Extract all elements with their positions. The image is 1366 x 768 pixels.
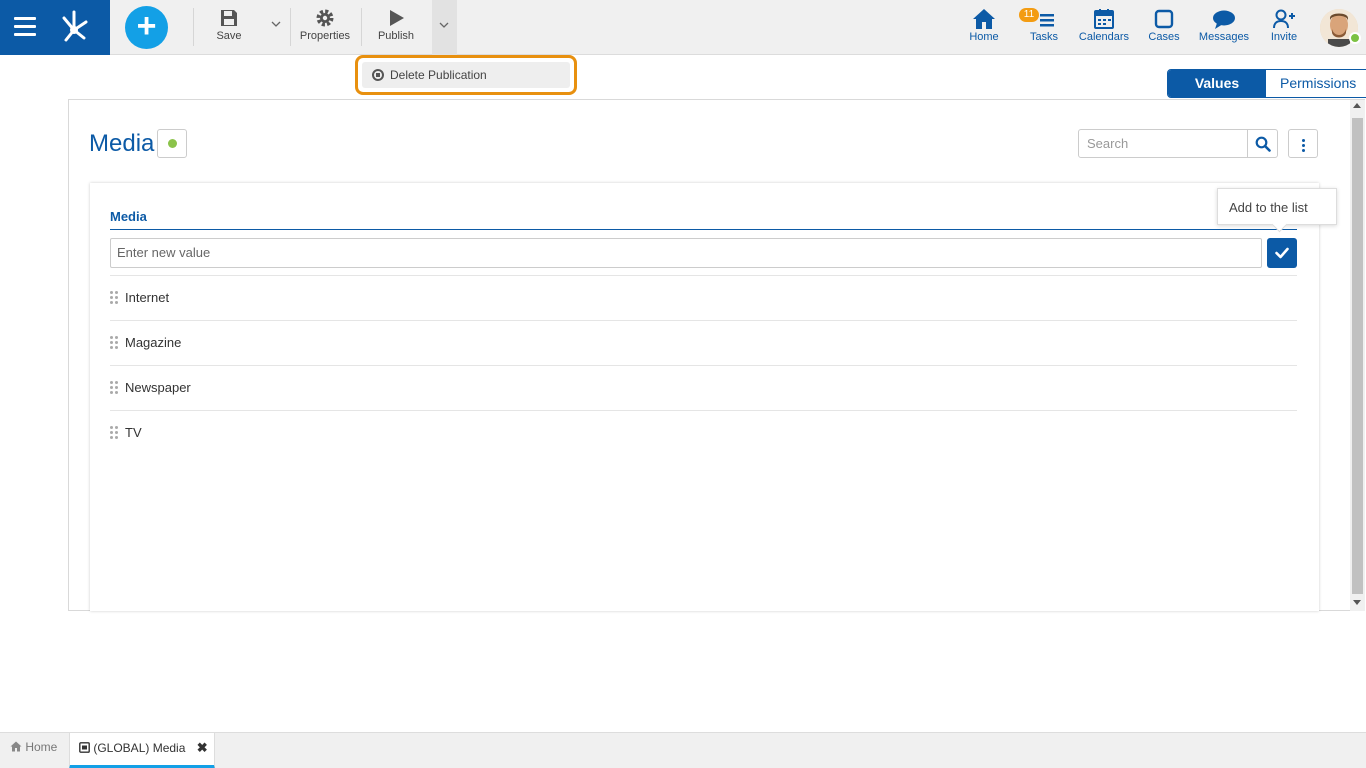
add-new-button[interactable]: + — [125, 6, 168, 49]
play-icon — [374, 0, 418, 30]
list-item[interactable]: Magazine — [110, 320, 1297, 365]
properties-label: Properties — [299, 30, 351, 42]
chevron-down-icon — [439, 22, 449, 28]
nav-messages-label: Messages — [1198, 31, 1250, 43]
nav-cases-label: Cases — [1148, 31, 1180, 43]
view-tabs: Values Permissions — [1167, 69, 1366, 98]
bottom-tab-current-label: (GLOBAL) Media — [93, 741, 186, 755]
nav-home-label: Home — [969, 31, 999, 43]
media-field-label: Media — [110, 209, 147, 224]
drag-handle-icon[interactable] — [110, 426, 120, 440]
add-value-button[interactable] — [1267, 238, 1297, 268]
bottom-tab-bar: Home (GLOBAL) Media ✖ — [0, 732, 1366, 768]
search-input[interactable]: Search — [1078, 129, 1248, 158]
more-options-button[interactable] — [1288, 129, 1318, 158]
hamburger-menu-icon[interactable] — [14, 17, 36, 37]
messages-icon — [1197, 0, 1251, 31]
main-panel: Media Search Media Enter new value Add t… — [68, 99, 1365, 611]
list-item[interactable]: TV — [110, 410, 1297, 455]
nav-cases[interactable]: Cases — [1147, 0, 1181, 55]
list-item[interactable]: Newspaper — [110, 365, 1297, 410]
nav-invite-label: Invite — [1270, 31, 1298, 43]
nav-calendars[interactable]: Calendars — [1077, 0, 1131, 55]
invite-user-icon — [1268, 0, 1300, 31]
home-icon — [966, 0, 1002, 31]
tab-values[interactable]: Values — [1168, 70, 1266, 97]
online-status-dot — [1349, 32, 1361, 44]
drag-handle-icon[interactable] — [110, 291, 120, 305]
tab-permissions[interactable]: Permissions — [1266, 70, 1366, 97]
nav-home[interactable]: Home — [966, 0, 1002, 55]
field-underline — [110, 229, 1297, 230]
publish-label: Publish — [377, 30, 415, 42]
scroll-down-arrow-icon[interactable] — [1353, 600, 1361, 605]
nav-messages[interactable]: Messages — [1197, 0, 1251, 55]
vertical-scrollbar[interactable] — [1350, 100, 1365, 611]
nav-tasks-label: Tasks — [1029, 31, 1059, 43]
delete-publication-item[interactable]: Delete Publication — [362, 62, 570, 88]
save-icon — [208, 0, 250, 30]
bottom-tab-home[interactable]: Home — [0, 733, 70, 768]
new-value-input[interactable]: Enter new value — [110, 238, 1262, 268]
nav-calendars-label: Calendars — [1078, 31, 1130, 43]
list-item-label: Newspaper — [125, 380, 191, 395]
cases-icon — [1147, 0, 1181, 31]
toolbar-divider — [193, 8, 194, 46]
save-options-chevron-icon[interactable] — [271, 17, 281, 31]
search-button[interactable] — [1247, 129, 1278, 158]
publish-button[interactable]: Publish — [374, 0, 418, 55]
nav-invite[interactable]: Invite — [1268, 0, 1300, 55]
list-item-label: Magazine — [125, 335, 182, 350]
delete-publication-label: Delete Publication — [390, 68, 487, 82]
close-tab-icon[interactable]: ✖ — [197, 740, 208, 755]
publish-options-button[interactable] — [432, 0, 457, 55]
tasks-count-badge: 11 — [1019, 8, 1039, 22]
top-toolbar: + Save Properties Publish Home Tasks 11 … — [0, 0, 1366, 55]
vertical-dots-icon — [1289, 130, 1317, 152]
add-to-list-tooltip: Add to the list — [1217, 188, 1337, 225]
drag-handle-icon[interactable] — [110, 381, 120, 395]
gear-icon — [296, 0, 354, 30]
scroll-up-arrow-icon[interactable] — [1353, 103, 1361, 108]
stop-circle-icon — [372, 69, 384, 81]
search-icon — [1255, 136, 1271, 152]
publish-options-menu: Delete Publication — [355, 55, 577, 95]
scroll-thumb[interactable] — [1352, 118, 1363, 594]
app-logo-icon[interactable] — [56, 8, 92, 44]
save-label: Save — [216, 30, 242, 42]
properties-button[interactable]: Properties — [296, 0, 354, 55]
values-list: Internet Magazine Newspaper TV — [110, 275, 1297, 455]
toolbar-divider — [290, 8, 291, 46]
values-card: Media Enter new value Add to the list In… — [90, 183, 1337, 611]
check-icon — [1275, 247, 1289, 259]
save-button[interactable]: Save — [208, 0, 250, 55]
list-entity-icon — [79, 742, 90, 753]
calendar-icon — [1077, 0, 1131, 31]
page-title: Media — [89, 130, 155, 157]
list-item-label: Internet — [125, 290, 170, 305]
list-item[interactable]: Internet — [110, 275, 1297, 320]
published-status-icon — [168, 139, 177, 148]
status-button[interactable] — [157, 129, 187, 158]
drag-handle-icon[interactable] — [110, 336, 120, 350]
bottom-tab-current[interactable]: (GLOBAL) Media ✖ — [69, 733, 215, 768]
home-icon — [10, 741, 22, 752]
toolbar-divider — [361, 8, 362, 46]
bottom-tab-home-label: Home — [25, 740, 58, 754]
menu-block — [0, 0, 110, 55]
list-item-label: TV — [125, 425, 142, 440]
